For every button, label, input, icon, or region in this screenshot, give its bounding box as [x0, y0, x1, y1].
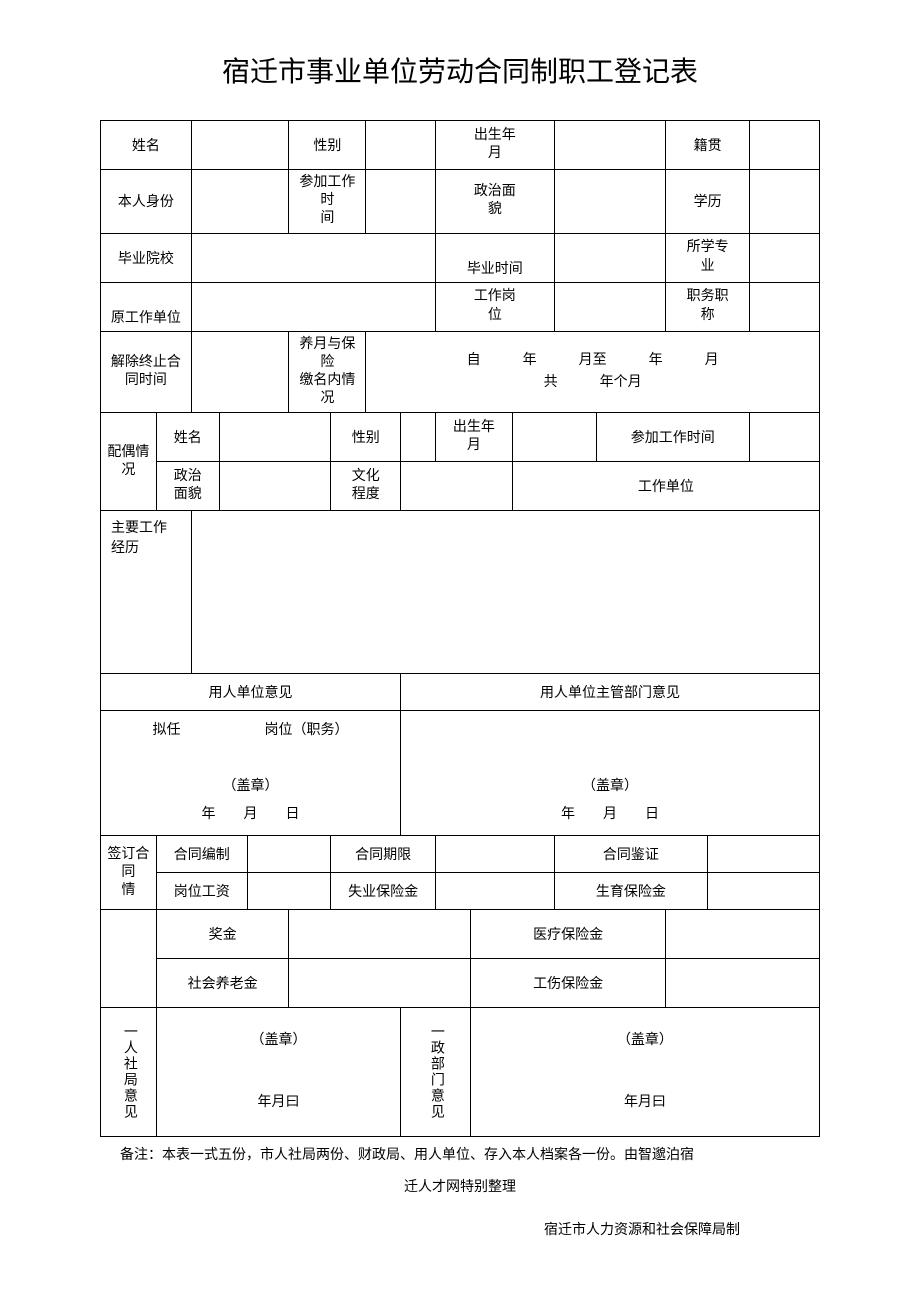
label-fin-opinion: 一政部门意见	[401, 1008, 471, 1137]
label-hr-opinion: 一人社局意见	[101, 1008, 157, 1137]
field-insurance[interactable]: 自 年 月至 年 月 共 年个月	[366, 331, 820, 413]
label-spouse-birth: 出生年 月	[436, 413, 513, 462]
field-prev-unit[interactable]	[191, 282, 435, 331]
label-cmed: 医疗保险金	[470, 910, 665, 959]
field-cinjury[interactable]	[666, 959, 820, 1008]
field-hr-opinion[interactable]: （盖章） 年月曰	[156, 1008, 400, 1137]
label-dept-opinion: 用人单位主管部门意见	[401, 674, 820, 711]
label-prev-unit: 原工作单位	[101, 282, 192, 331]
field-cpension[interactable]	[289, 959, 470, 1008]
field-title[interactable]	[750, 282, 820, 331]
label-id: 本人身份	[101, 170, 192, 234]
label-cbirth: 生育保险金	[554, 873, 708, 910]
label-spouse-edu: 文化 程度	[331, 462, 401, 511]
label-title: 职务职 称	[666, 282, 750, 331]
field-id[interactable]	[191, 170, 289, 234]
field-cbirth[interactable]	[708, 873, 820, 910]
label-cinjury: 工伤保险金	[470, 959, 665, 1008]
label-cterm: 合同期限	[331, 836, 436, 873]
field-post[interactable]	[554, 282, 666, 331]
label-workstart: 参加工作时 间	[289, 170, 366, 234]
field-birth[interactable]	[554, 121, 666, 170]
field-workstart[interactable]	[366, 170, 436, 234]
field-sex[interactable]	[366, 121, 436, 170]
label-term: 解除终止合 同时间	[101, 331, 192, 413]
label-cauth: 合同鉴证	[554, 836, 708, 873]
label-political: 政治面 貌	[436, 170, 555, 234]
label-spouse-sex: 性别	[331, 413, 401, 462]
field-spouse-name[interactable]	[219, 413, 331, 462]
label-work-hist: 主要工作经历	[101, 511, 192, 674]
label-cbonus: 奖金	[156, 910, 289, 959]
label-contract: 签订合同 情	[101, 836, 157, 910]
field-political[interactable]	[554, 170, 666, 234]
field-spouse-edu[interactable]	[401, 462, 513, 511]
label-cno: 合同编制	[156, 836, 247, 873]
field-cmed[interactable]	[666, 910, 820, 959]
label-name: 姓名	[101, 121, 192, 170]
field-gradtime[interactable]	[554, 233, 666, 282]
label-native: 籍贯	[666, 121, 750, 170]
footer-note-2: 迁人才网特别整理	[120, 1175, 800, 1200]
footer-note-3: 宿迁市人力资源和社会保障局制	[120, 1218, 800, 1243]
label-spouse-workstart: 参加工作时间	[596, 413, 750, 462]
label-major: 所学专 业	[666, 233, 750, 282]
label-sex: 性别	[289, 121, 366, 170]
field-cwage[interactable]	[247, 873, 331, 910]
label-cunemp: 失业保险金	[331, 873, 436, 910]
field-cunemp[interactable]	[436, 873, 555, 910]
field-native[interactable]	[750, 121, 820, 170]
label-post: 工作岗 位	[436, 282, 555, 331]
label-cpension: 社会养老金	[156, 959, 289, 1008]
field-fin-opinion[interactable]: （盖章） 年月曰	[470, 1008, 819, 1137]
field-dept-opinion[interactable]: （盖章） 年 月 日	[401, 711, 820, 836]
field-cno[interactable]	[247, 836, 331, 873]
field-spouse-workstart[interactable]	[750, 413, 820, 462]
field-major[interactable]	[750, 233, 820, 282]
registration-table: 姓名 性别 出生年 月 籍贯 本人身份 参加工作时 间 政治面 貌 学历 毕业院…	[100, 120, 820, 1137]
label-birth: 出生年 月	[436, 121, 555, 170]
label-school: 毕业院校	[101, 233, 192, 282]
field-cbonus[interactable]	[289, 910, 470, 959]
page-title: 宿迁市事业单位劳动合同制职工登记表	[100, 50, 820, 90]
field-edu[interactable]	[750, 170, 820, 234]
field-spouse-political[interactable]	[219, 462, 331, 511]
contract-blank	[101, 910, 157, 1008]
field-unit-opinion[interactable]: 拟任 岗位（职务） （盖章） 年 月 日	[101, 711, 401, 836]
field-spouse-sex[interactable]	[401, 413, 436, 462]
field-name[interactable]	[191, 121, 289, 170]
label-gradtime: 毕业时间	[436, 233, 555, 282]
field-cterm[interactable]	[436, 836, 555, 873]
label-spouse-political: 政治 面貌	[156, 462, 219, 511]
field-spouse-birth[interactable]	[512, 413, 596, 462]
field-cauth[interactable]	[708, 836, 820, 873]
field-work-hist[interactable]	[191, 511, 819, 674]
label-cwage: 岗位工资	[156, 873, 247, 910]
label-insurance: 养月与保险 缴名内情况	[289, 331, 366, 413]
label-spouse-name: 姓名	[156, 413, 219, 462]
field-term[interactable]	[191, 331, 289, 413]
field-school[interactable]	[191, 233, 435, 282]
footer-note-1: 备注：本表一式五份，市人社局两份、财政局、用人单位、存入本人档案各一份。由智邈泊…	[120, 1143, 800, 1168]
label-spouse: 配偶情 况	[101, 413, 157, 511]
label-unit-opinion: 用人单位意见	[101, 674, 401, 711]
label-edu: 学历	[666, 170, 750, 234]
label-spouse-unit: 工作单位	[512, 462, 819, 511]
